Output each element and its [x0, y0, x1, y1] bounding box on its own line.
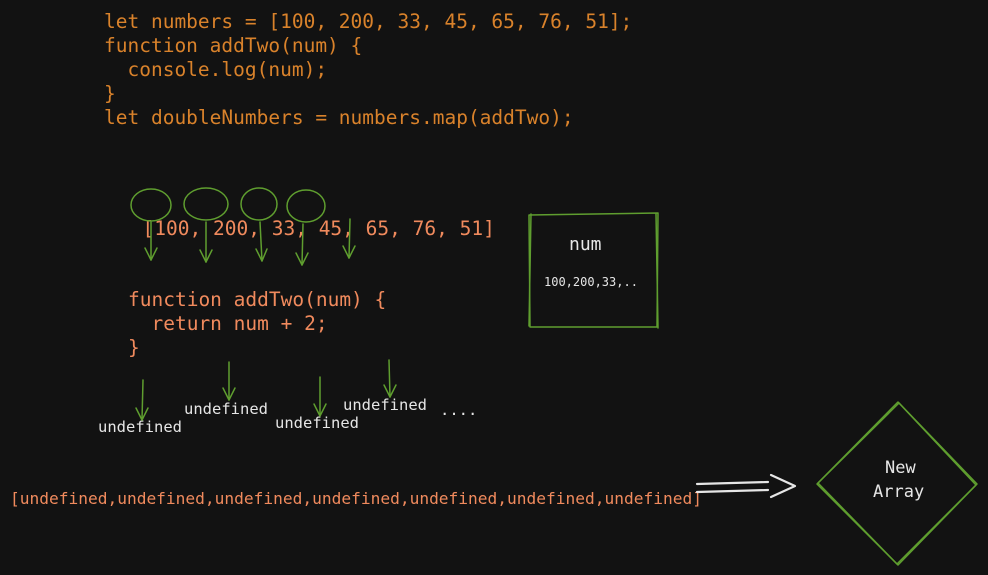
new-array-diamond — [816, 401, 978, 566]
arrow-down — [144, 221, 158, 261]
arrow-down — [342, 218, 356, 259]
circle-mark — [286, 189, 326, 223]
circle-mark — [240, 187, 278, 221]
arrow-down — [255, 221, 268, 262]
double-arrow — [695, 473, 797, 499]
circle-mark — [183, 187, 229, 221]
arrow-down — [199, 221, 213, 263]
diagram-canvas: { "code": { "lines": [ "let numbers = [1… — [0, 0, 988, 575]
arrow-down — [383, 359, 397, 398]
arrow-down — [135, 379, 149, 421]
arrow-down — [313, 376, 327, 417]
arrow-down — [222, 361, 236, 401]
circle-mark — [130, 188, 172, 222]
num-box — [528, 212, 659, 328]
sketch-layer — [130, 187, 978, 566]
arrow-down — [295, 223, 309, 266]
